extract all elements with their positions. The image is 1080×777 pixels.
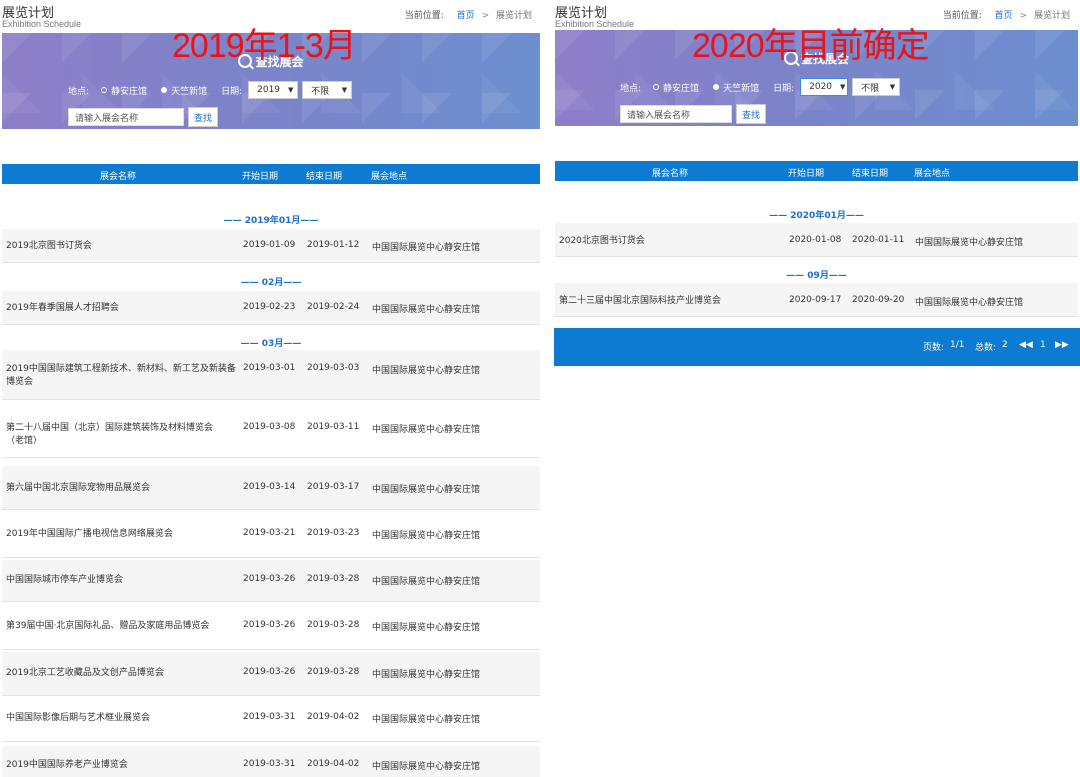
exhibition-name[interactable]: 2019北京图书订货会 xyxy=(6,240,92,253)
end-date: 2019-02-24 xyxy=(307,302,360,312)
table-row[interactable]: 中国国际影像后期与艺术框业展览会 2019-03-31 2019-04-02 中… xyxy=(2,700,540,742)
exhibition-name[interactable]: 2019北京工艺收藏品及文创产品博览会 xyxy=(6,667,164,680)
end-date: 2019-03-11 xyxy=(307,422,360,432)
end-date: 2019-03-28 xyxy=(307,620,360,630)
venue: 中国国际展览中心静安庄馆 xyxy=(372,243,481,253)
month-divider: —— 02月—— xyxy=(240,278,302,288)
total-count-label: 总数: xyxy=(975,343,997,353)
table-row[interactable]: 2020北京图书订货会 2020-01-08 2020-01-11 中国国际展览… xyxy=(555,223,1078,257)
table-row[interactable]: 2019年春季国展人才招聘会 2019-02-23 2019-02-24 中国国… xyxy=(2,291,540,325)
page-number-1[interactable]: 1 xyxy=(1040,340,1046,350)
end-date: 2019-04-02 xyxy=(307,712,360,722)
start-date: 2020-09-17 xyxy=(789,295,842,305)
left-schedule-panel: 展览计划 Exhibition Schedule 当前位置: 首页 > 展览计划… xyxy=(0,0,542,777)
end-date: 2019-01-12 xyxy=(307,240,360,250)
table-row[interactable]: 2019中国国际养老产业博览会 2019-03-31 2019-04-02 中国… xyxy=(2,746,540,777)
schedule-list: —— 2020年01月—— 2020北京图书订货会 2020-01-08 202… xyxy=(555,0,1078,330)
start-date: 2020-01-08 xyxy=(789,235,842,245)
exhibition-name[interactable]: 第二十三届中国北京国际科技产业博览会 xyxy=(559,295,721,308)
start-date: 2019-03-31 xyxy=(243,712,296,722)
venue: 中国国际展览中心静安庄馆 xyxy=(915,238,1024,248)
total-count-value: 2 xyxy=(1002,340,1008,350)
venue: 中国国际展览中心静安庄馆 xyxy=(372,305,481,315)
table-row[interactable]: 第二十三届中国北京国际科技产业博览会 2020-09-17 2020-09-20… xyxy=(555,283,1078,317)
end-date: 2019-03-28 xyxy=(307,667,360,677)
exhibition-name[interactable]: 2019年中国国际广播电视信息网络展览会 xyxy=(6,528,173,541)
month-divider: —— 2020年01月—— xyxy=(769,211,864,221)
table-row[interactable]: 2019中国国际建筑工程新技术、新材料、新工艺及新装备博览会 2019-03-0… xyxy=(2,350,540,400)
start-date: 2019-03-26 xyxy=(243,574,296,584)
exhibition-name[interactable]: 中国国际影像后期与艺术框业展览会 xyxy=(6,712,150,725)
exhibition-name[interactable]: 第六届中国北京国际宠物用品展览会 xyxy=(6,482,150,495)
month-divider: —— 03月—— xyxy=(240,339,302,349)
table-row[interactable]: 2019年中国国际广播电视信息网络展览会 2019-03-21 2019-03-… xyxy=(2,516,540,558)
venue: 中国国际展览中心静安庄馆 xyxy=(372,577,481,587)
venue: 中国国际展览中心静安庄馆 xyxy=(372,623,481,633)
start-date: 2019-03-26 xyxy=(243,667,296,677)
exhibition-name[interactable]: 第39届中国·北京国际礼品、赠品及家庭用品博览会 xyxy=(6,620,209,633)
venue: 中国国际展览中心静安庄馆 xyxy=(372,485,481,495)
month-divider: —— 09月—— xyxy=(786,271,847,281)
venue: 中国国际展览中心静安庄馆 xyxy=(372,425,481,435)
page-count-value: 1/1 xyxy=(950,340,965,350)
end-date: 2019-04-02 xyxy=(307,759,360,769)
start-date: 2019-03-31 xyxy=(243,759,296,769)
exhibition-name[interactable]: 中国国际城市停车产业博览会 xyxy=(6,574,123,587)
table-row[interactable]: 2019北京图书订货会 2019-01-09 2019-01-12 中国国际展览… xyxy=(2,229,540,263)
end-date: 2019-03-28 xyxy=(307,574,360,584)
table-row[interactable]: 第二十八届中国（北京）国际建筑装饰及材料博览会（老馆） 2019-03-08 2… xyxy=(2,410,540,458)
end-date: 2019-03-23 xyxy=(307,528,360,538)
next-page-icon[interactable]: ▶▶ xyxy=(1055,340,1069,350)
table-row[interactable]: 第六届中国北京国际宠物用品展览会 2019-03-14 2019-03-17 中… xyxy=(2,466,540,510)
pagination-bar: 页数: 1/1 总数: 2 ◀◀ 1 ▶▶ xyxy=(554,328,1080,366)
table-row[interactable]: 第39届中国·北京国际礼品、赠品及家庭用品博览会 2019-03-26 2019… xyxy=(2,608,540,650)
venue: 中国国际展览中心静安庄馆 xyxy=(915,298,1024,308)
page-count-label: 页数: xyxy=(923,343,945,353)
exhibition-name[interactable]: 2020北京图书订货会 xyxy=(559,235,645,248)
venue: 中国国际展览中心静安庄馆 xyxy=(372,531,481,541)
end-date: 2019-03-17 xyxy=(307,482,360,492)
venue: 中国国际展览中心静安庄馆 xyxy=(372,762,481,772)
start-date: 2019-03-26 xyxy=(243,620,296,630)
start-date: 2019-03-21 xyxy=(243,528,296,538)
right-schedule-panel: 展览计划 Exhibition Schedule 当前位置: 首页 > 展览计划… xyxy=(554,0,1080,370)
end-date: 2020-09-20 xyxy=(852,295,905,305)
start-date: 2019-03-01 xyxy=(243,363,296,373)
exhibition-name[interactable]: 2019中国国际养老产业博览会 xyxy=(6,759,128,772)
exhibition-name[interactable]: 第二十八届中国（北京）国际建筑装饰及材料博览会（老馆） xyxy=(6,422,228,448)
start-date: 2019-03-14 xyxy=(243,482,296,492)
prev-page-icon[interactable]: ◀◀ xyxy=(1019,340,1033,350)
exhibition-name[interactable]: 2019年春季国展人才招聘会 xyxy=(6,302,119,315)
schedule-list: —— 2019年01月—— 2019北京图书订货会 2019-01-09 201… xyxy=(2,0,540,777)
table-row[interactable]: 中国国际城市停车产业博览会 2019-03-26 2019-03-28 中国国际… xyxy=(2,560,540,602)
start-date: 2019-02-23 xyxy=(243,302,296,312)
exhibition-name[interactable]: 2019中国国际建筑工程新技术、新材料、新工艺及新装备博览会 xyxy=(6,363,236,389)
table-row[interactable]: 2019北京工艺收藏品及文创产品博览会 2019-03-26 2019-03-2… xyxy=(2,652,540,696)
end-date: 2020-01-11 xyxy=(852,235,905,245)
venue: 中国国际展览中心静安庄馆 xyxy=(372,366,481,376)
venue: 中国国际展览中心静安庄馆 xyxy=(372,715,481,725)
end-date: 2019-03-03 xyxy=(307,363,360,373)
start-date: 2019-03-08 xyxy=(243,422,296,432)
venue: 中国国际展览中心静安庄馆 xyxy=(372,670,481,680)
start-date: 2019-01-09 xyxy=(243,240,296,250)
month-divider: —— 2019年01月—— xyxy=(223,216,319,226)
